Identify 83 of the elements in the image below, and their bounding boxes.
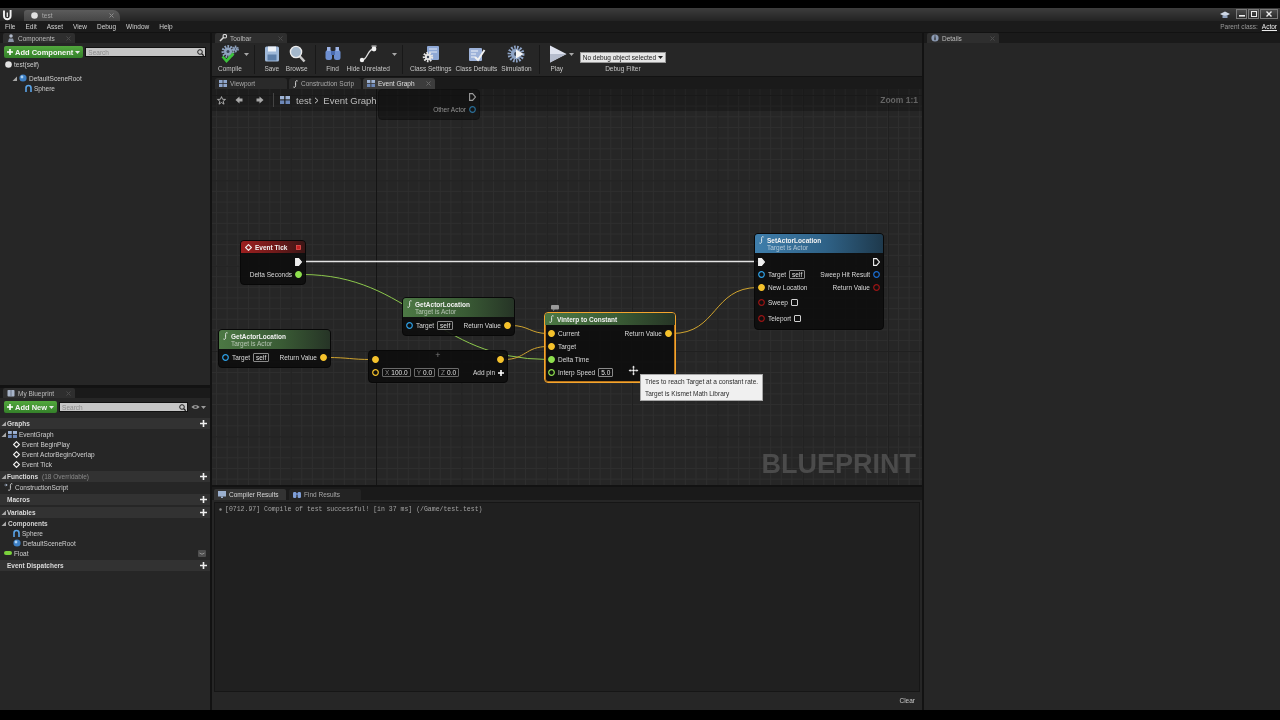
data-pin-icon[interactable]: [406, 322, 413, 329]
function-icon: [293, 79, 298, 88]
arch-icon: [13, 529, 20, 537]
node-curve-icon: [358, 45, 379, 63]
gear-play-icon: [506, 45, 527, 63]
plus-icon[interactable]: [200, 562, 207, 569]
move-cursor-icon: [628, 365, 639, 376]
document-gear-icon: [420, 45, 441, 63]
checkbox[interactable]: [790, 298, 798, 306]
exec-pin-icon[interactable]: [873, 257, 880, 266]
function-icon: [549, 315, 554, 323]
gear-check-icon: [219, 45, 240, 63]
caret-icon[interactable]: [243, 53, 249, 56]
zoom-label: Zoom 1:1: [880, 95, 918, 105]
ball-icon: [19, 74, 27, 82]
expanded-arrow-icon[interactable]: [1, 520, 6, 526]
viewport-icon: [219, 80, 227, 87]
book-icon: [7, 389, 15, 397]
breadcrumb-current: Event Graph: [323, 94, 377, 106]
search-icon: [197, 48, 204, 56]
breadcrumb-link[interactable]: test: [296, 94, 312, 106]
graph-icon: [280, 96, 290, 104]
closed-eye-icon[interactable]: [198, 549, 206, 557]
expanded-arrow-icon[interactable]: [12, 75, 17, 81]
node-symbol: +: [435, 351, 441, 360]
star-icon[interactable]: [217, 95, 226, 105]
plus-icon: [7, 49, 13, 55]
bullet-icon: [219, 508, 222, 511]
caret-icon: [49, 405, 55, 409]
plus-icon[interactable]: [200, 509, 207, 516]
caret-icon[interactable]: [201, 405, 206, 409]
back-arrow-icon[interactable]: [235, 96, 243, 104]
wrench-icon: [219, 34, 227, 42]
comment-bubble-icon[interactable]: [551, 305, 559, 311]
forward-arrow-icon[interactable]: [256, 96, 264, 104]
data-pin-icon[interactable]: [758, 271, 765, 278]
search-icon: [179, 403, 186, 411]
exec-pin-icon[interactable]: [469, 92, 476, 101]
checkbox[interactable]: [794, 314, 802, 322]
data-pin-icon[interactable]: [222, 354, 229, 361]
person-icon: [7, 34, 15, 42]
sphere-icon: [5, 60, 12, 68]
plus-icon[interactable]: [200, 496, 207, 503]
close-button[interactable]: [1260, 9, 1278, 19]
plus-icon[interactable]: [200, 420, 207, 427]
plus-icon[interactable]: [200, 473, 207, 480]
function-icon: [223, 332, 228, 340]
graph-icon: [8, 430, 17, 438]
plus-icon: [498, 369, 504, 376]
document-check-icon: [466, 45, 487, 63]
binoculars-icon: [322, 45, 343, 63]
minimize-button[interactable]: [1236, 9, 1247, 19]
monitor-icon: [218, 491, 226, 498]
exec-pin-icon[interactable]: [758, 257, 765, 266]
graph-icon: [367, 80, 375, 87]
plus-icon: [7, 404, 13, 410]
maximize-icon: [1250, 11, 1257, 17]
caret-icon: [658, 56, 664, 59]
logo-icon: [2, 8, 13, 21]
function-icon: [759, 236, 764, 244]
ball-icon: [13, 539, 21, 547]
caret-icon: [75, 50, 81, 54]
close-icon: [1266, 11, 1272, 17]
pill-icon: [4, 551, 12, 555]
function-icon: [407, 300, 412, 308]
close-icon[interactable]: [109, 13, 114, 18]
expanded-arrow-icon[interactable]: [1, 474, 6, 479]
sphere-icon: [31, 12, 38, 19]
caret-icon[interactable]: [391, 53, 397, 56]
exec-pin-icon[interactable]: [295, 257, 302, 266]
expanded-arrow-icon[interactable]: [1, 431, 6, 437]
arch-icon: [25, 84, 32, 92]
square-pin-icon[interactable]: [296, 244, 301, 250]
function-icon: [4, 483, 13, 491]
mortarboard-icon[interactable]: [1220, 10, 1230, 19]
maximize-button[interactable]: [1248, 9, 1259, 19]
chevron-icon: [314, 96, 320, 104]
expanded-arrow-icon[interactable]: [1, 421, 6, 426]
binoculars-icon: [293, 491, 301, 498]
graph-canvas[interactable]: [212, 89, 922, 485]
expanded-arrow-icon[interactable]: [1, 510, 6, 515]
diamond-icon: [245, 243, 252, 251]
caret-icon[interactable]: [568, 53, 574, 56]
